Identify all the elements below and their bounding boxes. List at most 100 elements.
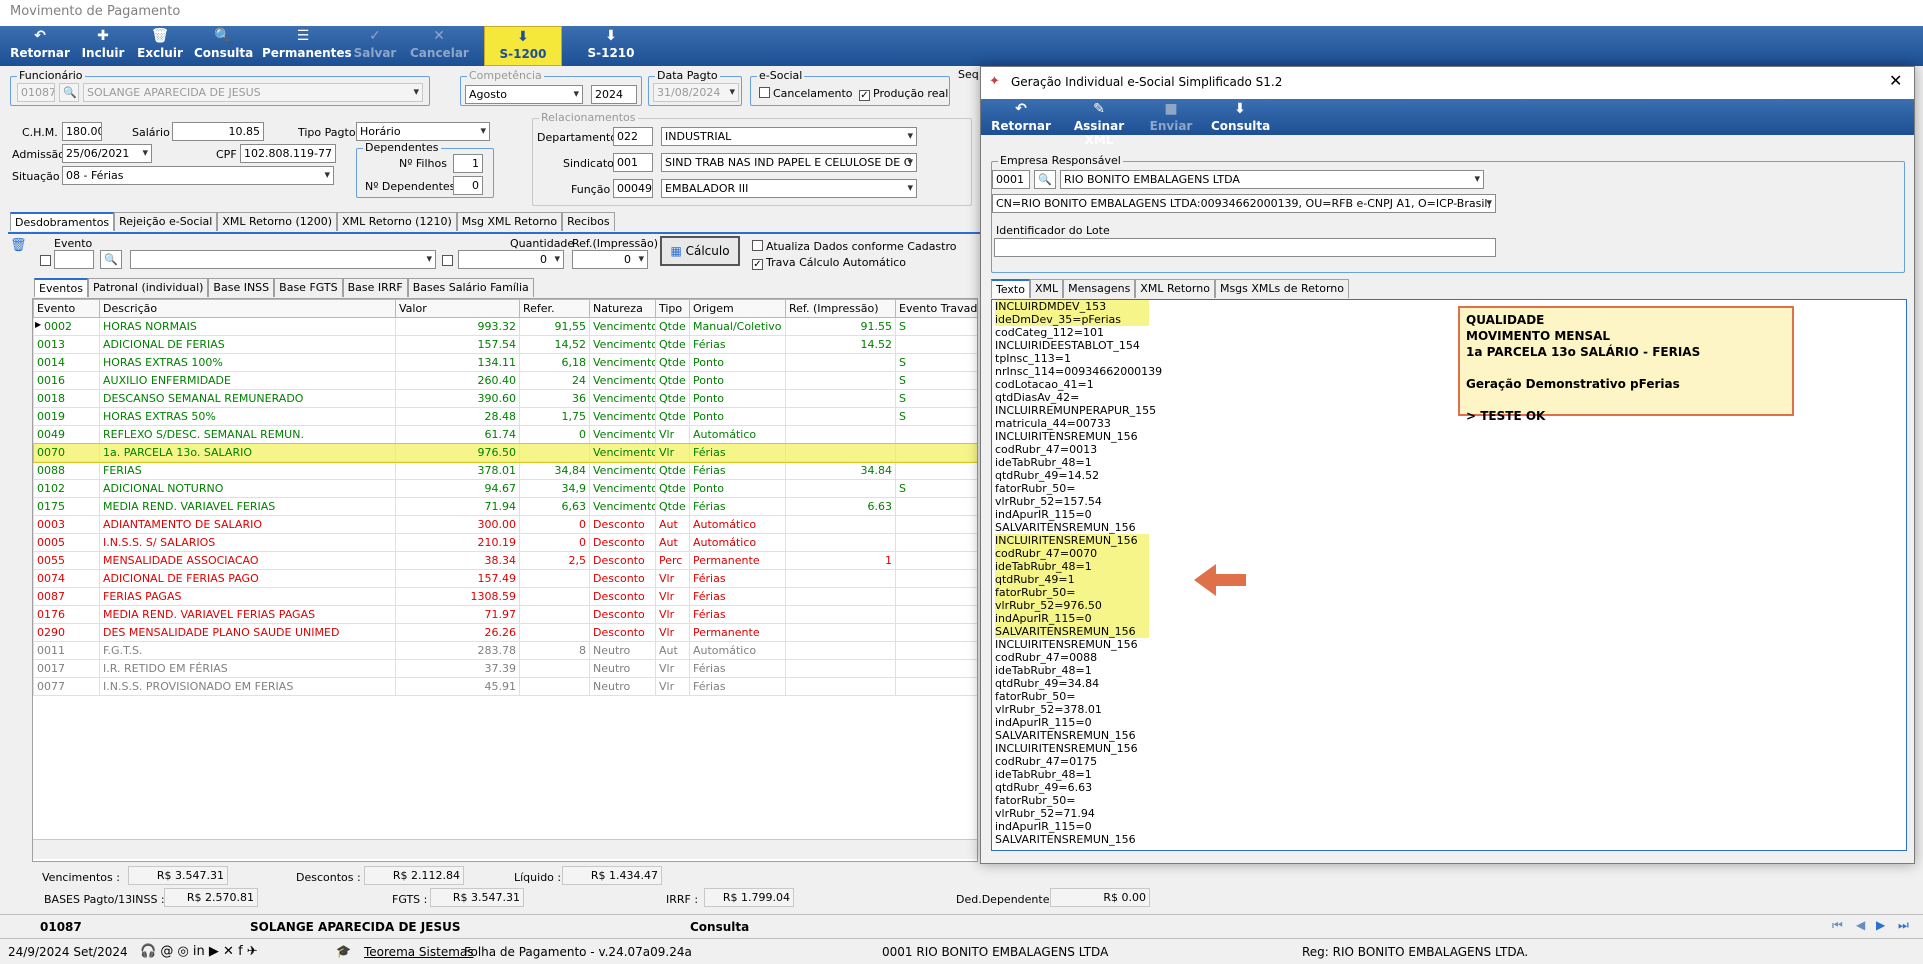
funcao-select[interactable]: EMBALADOR III — [661, 179, 917, 198]
tab-xml[interactable]: XML — [1029, 279, 1064, 298]
empresa-search-icon[interactable]: 🔍 — [1034, 170, 1056, 189]
cancelamento-checkbox[interactable]: Cancelamento — [759, 87, 853, 100]
tab-base-irrf[interactable]: Base IRRF — [342, 278, 408, 297]
departamento-select[interactable]: INDUSTRIAL — [661, 127, 917, 146]
col-descricao[interactable]: Descrição — [99, 299, 396, 318]
tipo-pagto-select[interactable]: Horário — [356, 122, 490, 141]
permanentes-button[interactable]: ☰ Permanentes — [262, 26, 352, 66]
s-1200-button[interactable]: ⬇ S-1200 — [484, 26, 562, 66]
table-row[interactable]: 0011 F.G.T.S. 283.78 8 Neutro Aut Automático — [33, 641, 977, 660]
table-row[interactable]: 0019 HORAS EXTRAS 50% 28.48 1,75 Vencimento Q… — [33, 407, 977, 426]
filhos-field[interactable]: 1 — [453, 154, 483, 173]
tab-bases-salario-familia[interactable]: Bases Salário Família — [407, 278, 534, 297]
tab-xml-retorno-1200[interactable]: XML Retorno (1200) — [217, 212, 338, 231]
col-ref-impressao[interactable]: Ref. (Impressão) — [785, 299, 896, 318]
col-evento-travado[interactable]: Evento Travado — [895, 299, 977, 318]
table-row[interactable]: 0088 FERIAS 378.01 34,84 Vencimento Qtde Féria… — [33, 461, 977, 480]
producao-real-checkbox[interactable]: ✓ Produção real — [859, 87, 948, 101]
tab-recibos[interactable]: Recibos — [562, 212, 615, 231]
evento-select[interactable] — [130, 250, 436, 269]
atualiza-checkbox[interactable]: Atualiza Dados conforme Cadastro — [752, 240, 957, 253]
certificado-select[interactable]: CN=RIO BONITO EMBALAGENS LTDA:0093466200… — [992, 194, 1496, 213]
tab-base-inss[interactable]: Base INSS — [208, 278, 275, 297]
col-refer[interactable]: Refer. — [519, 299, 590, 318]
empresa-select[interactable]: RIO BONITO EMBALAGENS LTDA — [1060, 170, 1484, 189]
teorema-link[interactable]: Teorema Sistemas — [364, 945, 474, 959]
calculo-button[interactable]: ▦ Cálculo — [660, 236, 740, 266]
lote-field[interactable] — [994, 238, 1496, 257]
tab-rejeicao-e-social[interactable]: Rejeição e-Social — [114, 212, 218, 231]
table-row[interactable]: 0049 REFLEXO S/DESC. SEMANAL REMUN. 61.74 0… — [33, 425, 977, 444]
tab-mensagens[interactable]: Mensagens — [1063, 279, 1136, 298]
evento-search-icon[interactable]: 🔍 — [100, 250, 122, 269]
funcionario-name-select[interactable]: SOLANGE APARECIDA DE JESUS — [83, 83, 423, 102]
tab-desdobramentos[interactable]: Desdobramentos — [10, 212, 115, 231]
table-row[interactable]: 0003 ADIANTAMENTO DE SALARIO 300.00 0 Descon… — [33, 515, 977, 534]
sindicato-code-field[interactable]: 001 — [613, 153, 653, 172]
close-icon[interactable]: ✕ — [1889, 71, 1902, 90]
table-row[interactable]: 0102 ADICIONAL NOTURNO 94.67 34,9 Vencimento… — [33, 479, 977, 498]
funcionario-code-field[interactable]: 01087 — [17, 83, 55, 102]
competencia-year-field[interactable]: 2024 — [591, 85, 637, 104]
cpf-field[interactable]: 102.808.119-77 — [240, 144, 336, 163]
evento-checkbox[interactable] — [40, 255, 51, 266]
consulta-button[interactable]: 🔍 Consulta — [194, 26, 253, 66]
table-row[interactable]: 0290 DES MENSALIDADE PLANO SAUDE UNIMED 26… — [33, 623, 977, 642]
tab-msgs-xmls-de-retorno[interactable]: Msgs XMLs de Retorno — [1214, 279, 1350, 298]
chm-field[interactable]: 180.00 — [62, 122, 102, 141]
admissao-field[interactable]: 25/06/2021 — [62, 144, 152, 163]
table-row[interactable]: 0087 FERIAS PAGAS 1308.59 Desconto Vlr Férias — [33, 587, 977, 606]
competencia-month-select[interactable]: Agosto — [465, 85, 583, 104]
trash-icon[interactable]: 🗑 — [10, 238, 27, 253]
funcionario-search-icon[interactable]: 🔍 — [59, 83, 79, 102]
tab-patronal-individual[interactable]: Patronal (individual) — [87, 278, 209, 297]
tab-xml-retorno[interactable]: XML Retorno — [1135, 279, 1215, 298]
s-1210-button[interactable]: ⬇ S-1210 — [580, 26, 642, 66]
quantidade-checkbox[interactable] — [442, 255, 453, 266]
tab-texto[interactable]: Texto — [991, 279, 1030, 298]
data-pagto-field[interactable]: 31/08/2024 — [653, 83, 739, 102]
col-valor[interactable]: Valor — [395, 299, 520, 318]
table-row[interactable]: 0013 ADICIONAL DE FERIAS 157.54 14,52 Vencim… — [33, 335, 977, 354]
num-dependentes-field[interactable]: 0 — [453, 176, 483, 195]
nav-next-icon[interactable]: ▶ — [1876, 918, 1885, 932]
evento-code-field[interactable] — [54, 250, 94, 269]
table-row[interactable]: 0074 ADICIONAL DE FERIAS PAGO 157.49 Descon… — [33, 569, 977, 588]
salvar-button[interactable]: ✓ Salvar — [350, 26, 400, 66]
social-icons[interactable]: 🎧 @ ◎ in ▶ ✕ f ✈ — [140, 944, 258, 959]
nav-prev-icon[interactable]: ◀ — [1856, 918, 1865, 932]
tab-base-fgts[interactable]: Base FGTS — [274, 278, 343, 297]
salario-field[interactable]: 10.85 — [172, 122, 264, 141]
incluir-button[interactable]: ✚ Incluir — [80, 26, 126, 66]
nav-last-icon[interactable]: ⏭ — [1898, 918, 1909, 933]
table-row[interactable]: 0018 DESCANSO SEMANAL REMUNERADO 390.60 36 V… — [33, 389, 977, 408]
col-evento[interactable]: Evento — [33, 299, 100, 318]
cancelar-button[interactable]: ✕ Cancelar — [410, 26, 469, 66]
nav-first-icon[interactable]: ⏮ — [1832, 918, 1843, 933]
retornar-button[interactable]: ↶ Retornar — [10, 26, 70, 66]
funcao-code-field[interactable]: 00049 — [613, 179, 653, 198]
table-row[interactable]: 0016 AUXILIO ENFERMIDADE 260.40 24 Venciment… — [33, 371, 977, 390]
trava-checkbox[interactable]: ✓ Trava Cálculo Automático — [752, 256, 906, 270]
texto-area[interactable]: INCLUIRDMDEV_153 ideDmDev_35=pFerias codCa… — [991, 299, 1907, 851]
tab-eventos[interactable]: Eventos — [34, 278, 88, 297]
excluir-button[interactable]: 🗑 Excluir — [136, 26, 184, 66]
col-origem[interactable]: Origem — [689, 299, 786, 318]
quantidade-field[interactable]: 0 — [458, 250, 564, 269]
table-row[interactable]: 0017 I.R. RETIDO EM FÉRIAS 37.39 Neutro Vlr F… — [33, 659, 977, 678]
table-row[interactable]: 0077 I.N.S.S. PROVISIONADO EM FERIAS 45.91… — [33, 677, 977, 696]
table-row[interactable]: 0055 MENSALIDADE ASSOCIACAO 38.34 2,5 Descon… — [33, 551, 977, 570]
assinar-xml-button[interactable]: ✎ Assinar XML — [1061, 99, 1137, 147]
table-row[interactable]: 0014 HORAS EXTRAS 100% 134.11 6,18 Venciment… — [33, 353, 977, 372]
table-row[interactable]: 0176 MEDIA REND. VARIAVEL FERIAS PAGAS 71.… — [33, 605, 977, 624]
retornar-button[interactable]: ↶ Retornar — [991, 99, 1051, 135]
table-row[interactable]: 0005 I.N.S.S. S/ SALARIOS 210.19 0 Desconto A… — [33, 533, 977, 552]
table-row[interactable]: 0070 1a. PARCELA 13o. SALARIO 976.50 Vencim… — [33, 442, 977, 463]
ref-impressao-field[interactable]: 0 — [572, 250, 648, 269]
sindicato-select[interactable]: SIND TRAB NAS IND PAPEL E CELULOSE DE C — [661, 153, 917, 172]
col-tipo[interactable]: Tipo — [655, 299, 690, 318]
situacao-select[interactable]: 08 - Férias — [62, 166, 334, 185]
tab-msg-xml-retorno[interactable]: Msg XML Retorno — [456, 212, 563, 231]
departamento-code-field[interactable]: 022 — [613, 127, 653, 146]
table-row[interactable]: 0175 MEDIA REND. VARIAVEL FERIAS 71.94 6,63… — [33, 497, 977, 516]
